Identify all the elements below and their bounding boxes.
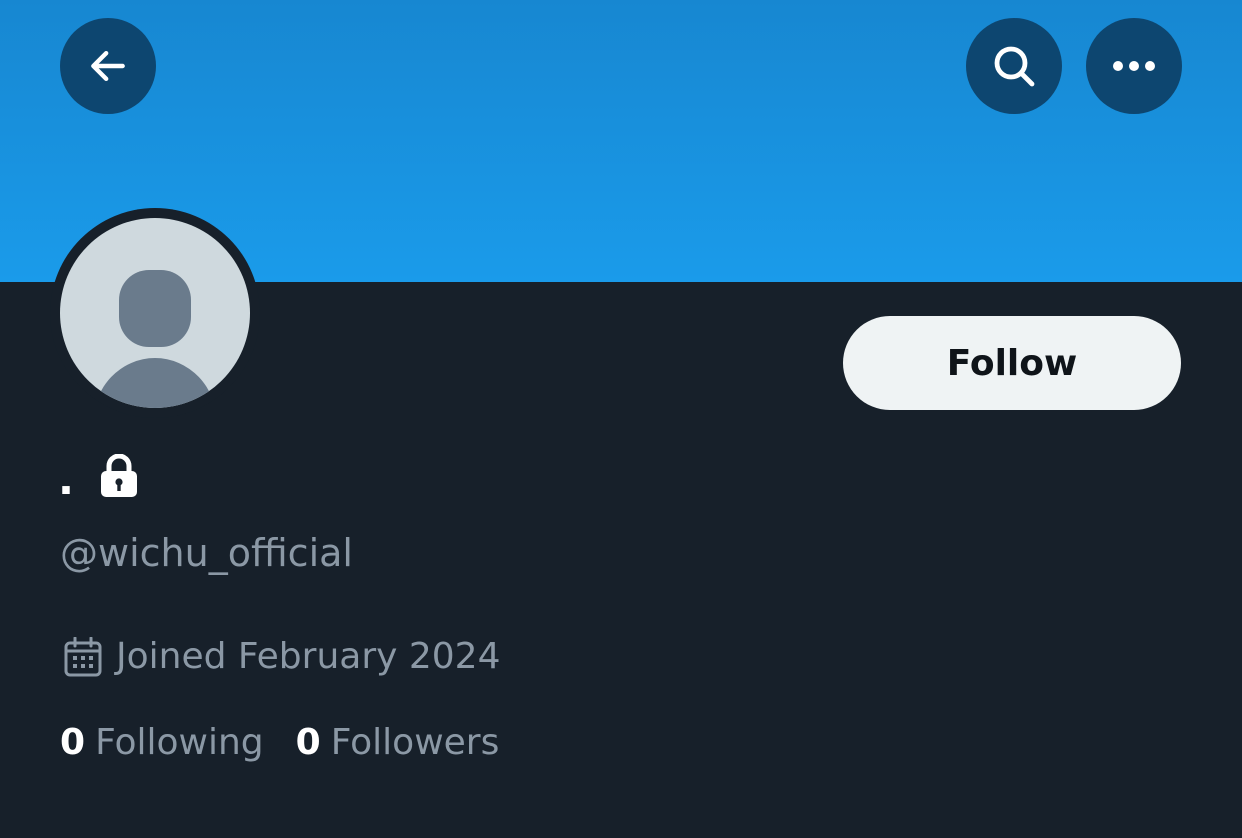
calendar-icon: [64, 637, 102, 677]
display-name: .: [58, 455, 74, 504]
following-link[interactable]: 0 Following: [60, 722, 264, 763]
more-horizontal-icon: [1113, 61, 1155, 71]
profile-page: Follow . @wichu_official Joined February…: [0, 0, 1242, 838]
following-label: Following: [95, 721, 264, 763]
user-handle: @wichu_official: [60, 531, 353, 575]
avatar-frame: [50, 208, 260, 418]
followers-count: 0: [295, 721, 321, 763]
lock-icon: [100, 454, 137, 497]
follow-stats: 0 Following 0 Followers: [60, 714, 499, 770]
search-icon: [994, 46, 1035, 87]
follow-button[interactable]: Follow: [843, 316, 1181, 410]
search-button[interactable]: [966, 18, 1062, 114]
followers-label: Followers: [330, 721, 500, 763]
followers-link[interactable]: 0 Followers: [296, 722, 500, 763]
avatar[interactable]: [60, 218, 250, 408]
joined-date-row: Joined February 2024: [64, 630, 501, 684]
arrow-left-icon: [91, 50, 125, 82]
display-name-row: .: [58, 448, 138, 508]
default-avatar-icon: [94, 270, 216, 408]
following-count: 0: [60, 721, 86, 763]
more-options-button[interactable]: [1086, 18, 1182, 114]
back-button[interactable]: [60, 18, 156, 114]
joined-date: Joined February 2024: [116, 636, 501, 677]
